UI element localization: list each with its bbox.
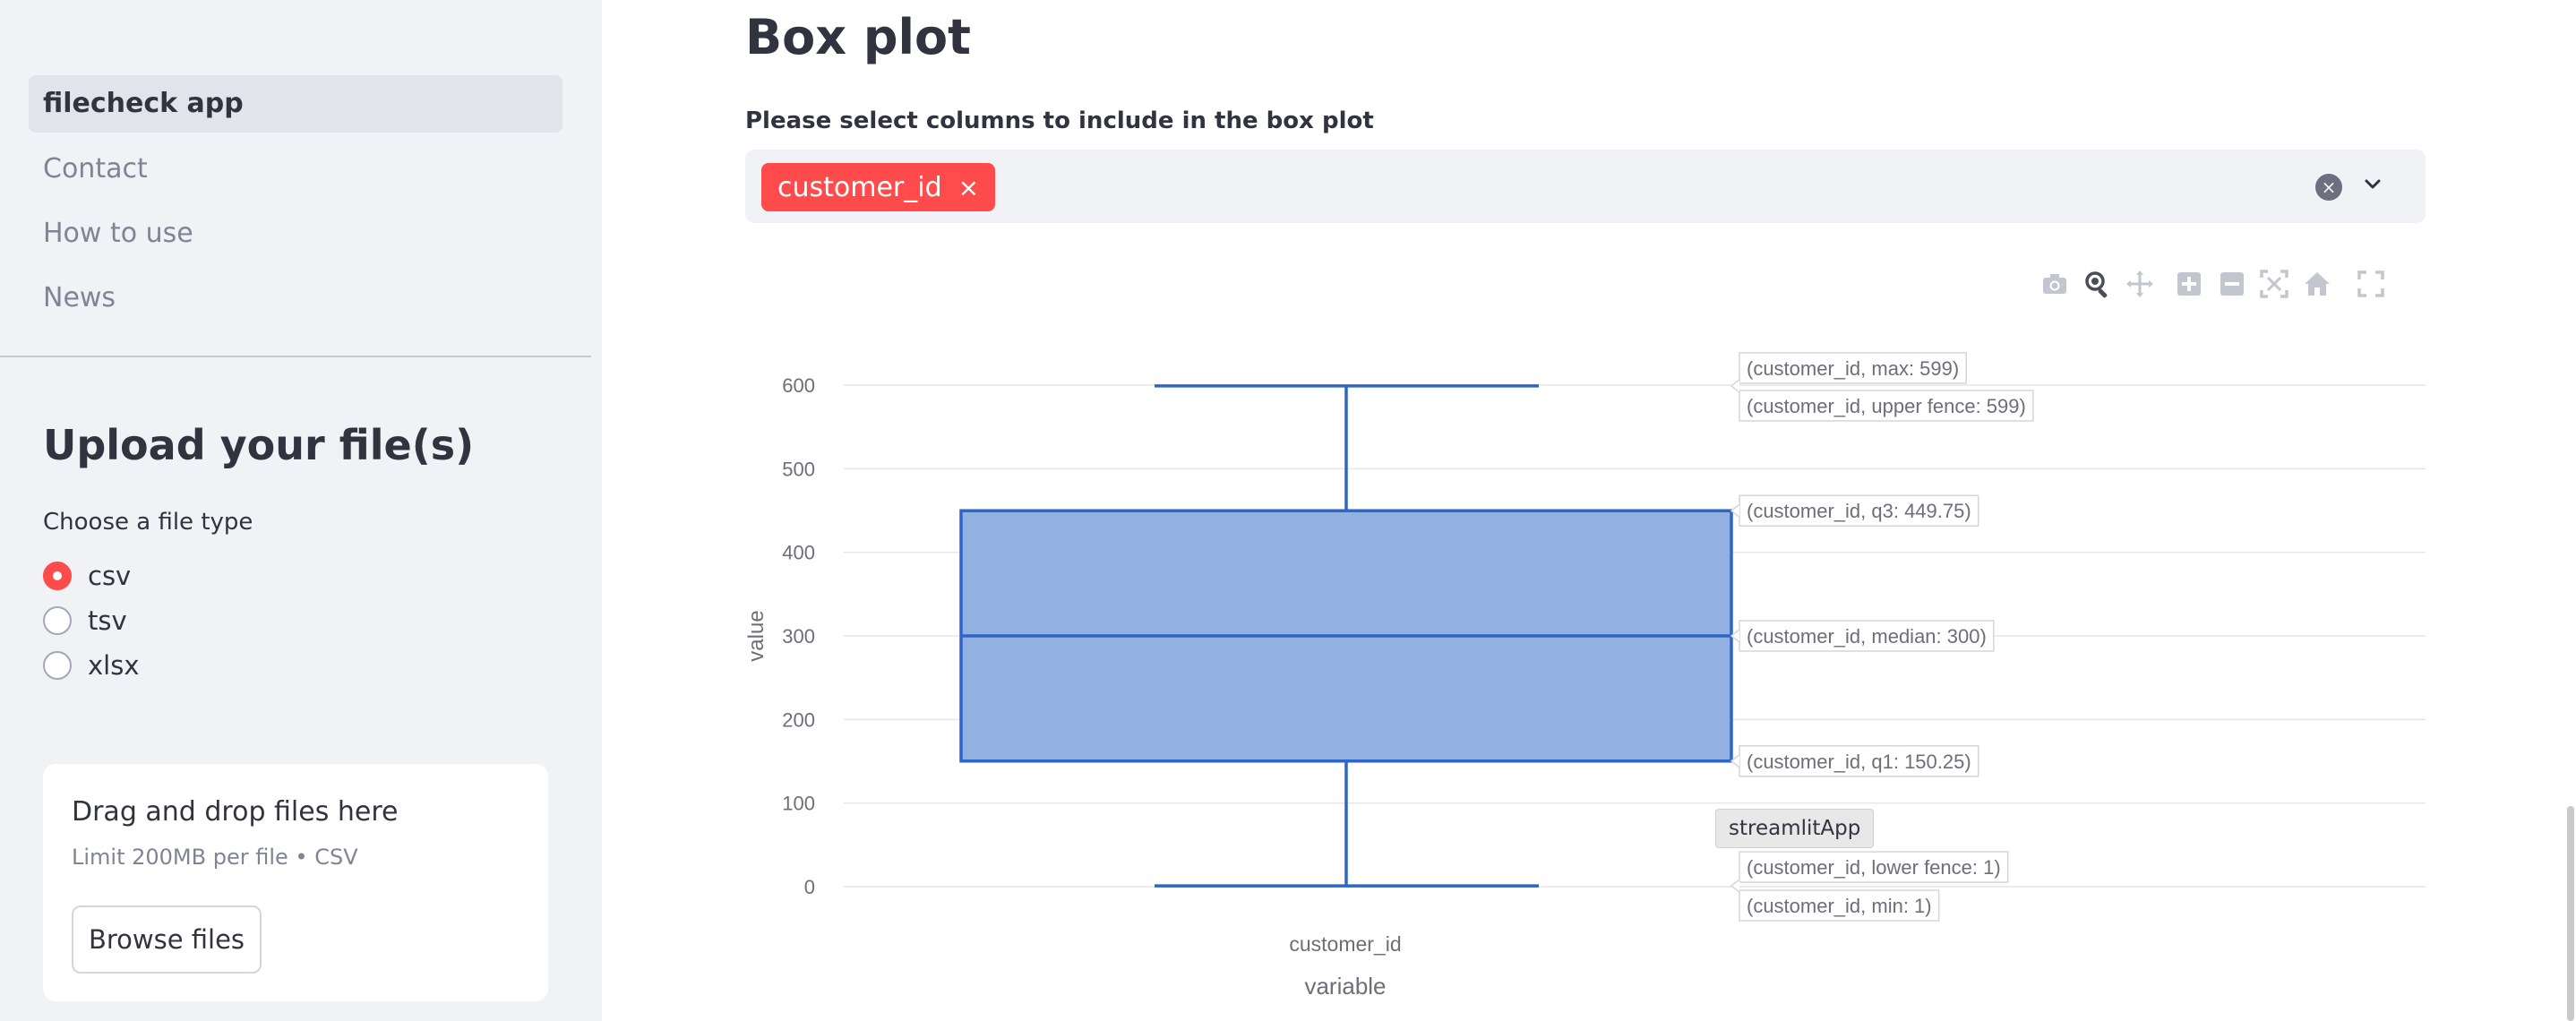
zoom-out-icon[interactable] (2217, 269, 2247, 299)
nav-item-how-to-use[interactable]: How to use (29, 205, 562, 262)
radio-option-csv[interactable]: csv (43, 558, 131, 594)
x-axis-label: variable (1304, 973, 1386, 1000)
column-multiselect[interactable]: customer_id × × (745, 150, 2426, 223)
y-tick-label-0: 0 (804, 876, 815, 898)
sidebar: filecheck app Contact How to use News Up… (0, 0, 602, 1021)
y-axis-label: value (745, 610, 769, 661)
annotation-q3-text: (customer_id, q3: 449.75) (1747, 500, 1971, 522)
annotation-q1-text: (customer_id, q1: 150.25) (1747, 751, 1971, 773)
annotation-min: (customer_id, min: 1) (1730, 879, 1940, 922)
chevron-down-icon[interactable] (2359, 171, 2386, 198)
y-tick-label-600: 600 (782, 374, 815, 397)
y-tick-label-300: 300 (782, 625, 815, 648)
y-tick-label-200: 200 (782, 708, 815, 731)
scrollbar-thumb[interactable] (2567, 806, 2574, 1021)
hover-tooltip: streamlitApp (1715, 809, 1875, 848)
dropzone-title: Drag and drop files here (72, 796, 399, 828)
y-tick-label-500: 500 (782, 458, 815, 480)
y-tick-label-100: 100 (782, 793, 815, 815)
main-content: Box plot Please select columns to includ… (602, 0, 2576, 1021)
upload-heading: Upload your file(s) (43, 421, 475, 469)
nav-item-news[interactable]: News (29, 270, 562, 327)
camera-icon[interactable] (2039, 269, 2070, 299)
x-tick-label-customer-id: customer_id (1289, 932, 1401, 956)
radio-label-csv: csv (88, 561, 132, 591)
annotation-max-text: (customer_id, max: 599) (1747, 357, 1959, 380)
y-tick-label-400: 400 (782, 542, 815, 564)
radio-label-tsv: tsv (88, 605, 127, 636)
sidebar-divider (0, 356, 591, 357)
home-icon[interactable] (2302, 269, 2332, 299)
radio-button-csv[interactable] (43, 562, 72, 590)
file-dropzone[interactable]: Drag and drop files here Limit 200MB per… (43, 764, 548, 1001)
annotation-min-text: (customer_id, min: 1) (1747, 895, 1932, 917)
dropzone-limit: Limit 200MB per file • CSV (72, 845, 358, 870)
zoom-in-icon[interactable] (2174, 269, 2204, 299)
radio-option-tsv[interactable]: tsv (43, 603, 127, 639)
radio-option-xlsx[interactable]: xlsx (43, 648, 140, 683)
page-title: Box plot (745, 9, 971, 65)
selected-tag-customer-id: customer_id × (761, 163, 996, 211)
y-tick-labels: 0 100 200 300 400 500 600 (782, 374, 815, 898)
annotation-max: (customer_id, max: 599) (1730, 352, 1967, 393)
annotation-upper-fence-pointer (1730, 379, 1740, 393)
multiselect-label: Please select columns to include in the … (745, 107, 1374, 134)
nav-item-contact[interactable]: Contact (29, 141, 562, 198)
radio-button-tsv[interactable] (43, 606, 72, 635)
annotation-median: (customer_id, median: 300) (1730, 620, 1995, 652)
annotation-lower-fence-text: (customer_id, lower fence: 1) (1747, 856, 2001, 879)
tag-label: customer_id (777, 171, 942, 203)
annotation-upper-fence-text: (customer_id, upper fence: 599) (1747, 395, 2026, 417)
annotation-min-pointer (1730, 879, 1740, 893)
zoom-icon[interactable] (2082, 269, 2113, 299)
fullscreen-icon[interactable] (2356, 269, 2386, 299)
box-plot-chart[interactable]: 0 100 200 300 400 500 600 (customer_id, max: 5… (745, 340, 2447, 1003)
nav-item-filecheck-app[interactable]: filecheck app (29, 75, 562, 133)
annotation-q1: (customer_id, q1: 150.25) (1730, 745, 1979, 777)
tag-remove-icon[interactable]: × (958, 173, 979, 202)
filetype-label: Choose a file type (43, 509, 253, 536)
annotation-upper-fence: (customer_id, upper fence: 599) (1730, 379, 2034, 422)
radio-label-xlsx: xlsx (88, 650, 140, 681)
pan-icon[interactable] (2125, 269, 2155, 299)
annotation-q3: (customer_id, q3: 449.75) (1730, 494, 1979, 527)
box-series-customer-id[interactable] (959, 384, 1733, 888)
clear-all-icon[interactable]: × (2315, 174, 2342, 201)
annotation-median-text: (customer_id, median: 300) (1747, 625, 1987, 648)
radio-button-xlsx[interactable] (43, 651, 72, 680)
browse-files-button[interactable]: Browse files (72, 905, 262, 974)
autoscale-icon[interactable] (2259, 269, 2289, 299)
